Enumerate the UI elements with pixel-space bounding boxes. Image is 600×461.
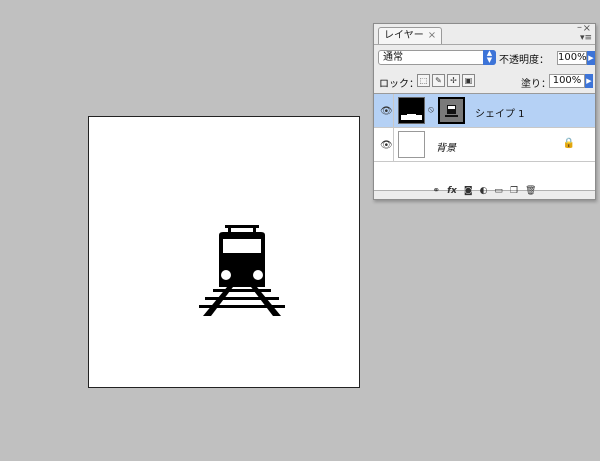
opacity-label: 不透明度： xyxy=(499,55,549,66)
vector-mask-thumbnail[interactable] xyxy=(438,97,465,124)
lock-all-icon[interactable]: ▣ xyxy=(462,74,475,87)
layer-thumbnail xyxy=(398,131,425,158)
delete-layer-icon[interactable]: 🗑 xyxy=(525,184,536,199)
layers-panel: レイヤー × – × ▾≡ 通常 ▲ ▼ 不透明度： 100% ▶ ロック： ⬚ ✎… xyxy=(373,22,596,200)
lock-options: ⬚ ✎ ✢ ▣ xyxy=(417,74,475,87)
fill-input[interactable]: 100% xyxy=(549,74,585,88)
lock-transparent-pixels-icon[interactable]: ⬚ xyxy=(417,74,430,87)
vector-mask-link-icon[interactable]: ⦸ xyxy=(428,105,434,115)
eye-icon: 👁 xyxy=(380,140,393,151)
layer-style-icon[interactable]: fx xyxy=(447,184,457,199)
lock-icon: 🔒 xyxy=(562,138,575,149)
layer-row-shape[interactable]: 👁 ⦸ シェイプ 1 xyxy=(374,94,595,128)
minimize-icon[interactable]: – xyxy=(577,22,582,33)
tab-layers-label: レイヤー xyxy=(384,30,424,41)
add-mask-icon[interactable]: ◙ xyxy=(464,184,473,199)
new-layer-icon[interactable]: ❐ xyxy=(510,184,518,199)
tab-close-icon[interactable]: × xyxy=(428,30,436,41)
eye-icon: 👁 xyxy=(380,106,393,117)
titlebar-divider xyxy=(374,44,595,45)
fill-slider-button[interactable]: ▶ xyxy=(585,74,593,88)
blend-mode-value: 通常 xyxy=(383,52,403,63)
panel-menu-icon[interactable]: ▾≡ xyxy=(580,33,592,43)
new-group-icon[interactable]: ▭ xyxy=(494,184,503,199)
train-shape xyxy=(199,225,285,316)
panel-titlebar: レイヤー × – × ▾≡ xyxy=(374,22,595,44)
layers-list: 👁 ⦸ シェイプ 1 👁 背景 🔒 xyxy=(374,93,595,191)
lock-image-pixels-icon[interactable]: ✎ xyxy=(432,74,445,87)
lock-label: ロック： xyxy=(379,79,419,90)
layers-panel-toolbar: ⚭ fx ◙ ◐ ▭ ❐ 🗑 xyxy=(374,184,595,199)
blend-mode-stepper-icon[interactable]: ▲ ▼ xyxy=(483,50,496,65)
visibility-toggle[interactable]: 👁 xyxy=(374,128,394,161)
lock-position-icon[interactable]: ✢ xyxy=(447,74,460,87)
layer-row-background[interactable]: 👁 背景 🔒 xyxy=(374,128,595,162)
opacity-input[interactable]: 100% xyxy=(557,51,587,65)
train-mask-icon xyxy=(445,105,458,117)
layer-thumbnail xyxy=(398,97,425,124)
blend-mode-select[interactable]: 通常 ▲ ▼ xyxy=(378,50,496,65)
adjustment-layer-icon[interactable]: ◐ xyxy=(480,184,488,199)
document-canvas[interactable] xyxy=(88,116,360,388)
tab-layers[interactable]: レイヤー × xyxy=(378,27,442,44)
link-layers-icon[interactable]: ⚭ xyxy=(433,184,441,199)
layer-name: シェイプ 1 xyxy=(475,109,525,120)
visibility-toggle[interactable]: 👁 xyxy=(374,94,394,127)
fill-label: 塗り： xyxy=(521,79,551,90)
layer-name: 背景 xyxy=(436,143,456,154)
opacity-slider-button[interactable]: ▶ xyxy=(587,51,595,65)
